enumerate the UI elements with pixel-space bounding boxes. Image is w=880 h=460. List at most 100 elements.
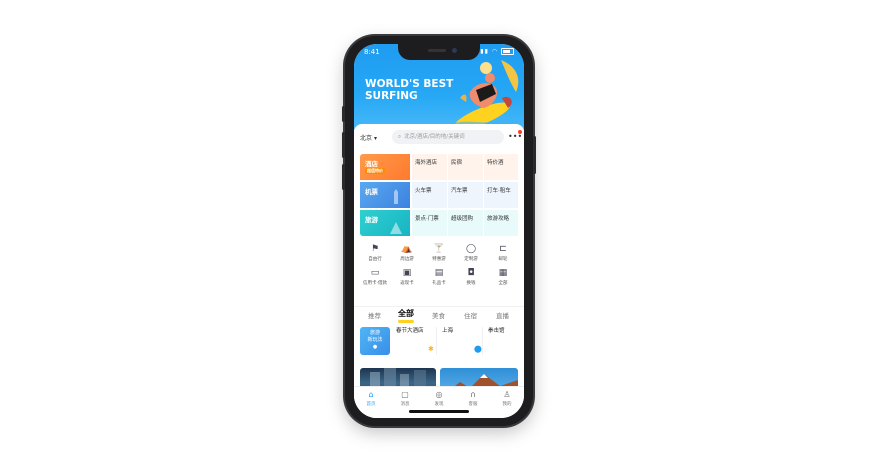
- flag-icon: ⚑: [370, 244, 380, 254]
- overseas-hotel-label: 海外酒店: [415, 160, 438, 166]
- rec-card-boxing[interactable]: 拳击馆: [486, 327, 522, 355]
- quick-label: 礼品卡: [432, 281, 446, 286]
- nav-label: 消息: [400, 402, 410, 407]
- attractions-label: 景点·门票: [415, 216, 439, 222]
- bottom-nav: ⌂ 首页 ▢ 消息 ◎ 发现 ∩ 客服 ♙ 我的: [354, 386, 524, 418]
- quick-label: 换钱: [466, 281, 476, 286]
- wifi-icon: ◠: [491, 48, 499, 55]
- nav-home[interactable]: ⌂ 首页: [356, 390, 386, 407]
- compass-icon: ◎: [435, 390, 443, 399]
- quick-item-all[interactable]: ▦ 全部: [488, 268, 518, 286]
- status-time: 8:41: [364, 48, 380, 56]
- message-icon: ▢: [401, 390, 409, 399]
- quick-label: 定制游: [464, 257, 478, 262]
- nav-service[interactable]: ∩ 客服: [458, 390, 488, 407]
- taxi-rental-label: 打车·租车: [487, 188, 511, 194]
- rec-title: 拳击馆: [488, 328, 505, 334]
- city-selector[interactable]: 北京 ▾: [360, 133, 377, 142]
- card-icon: ▭: [370, 268, 380, 278]
- hot-recommendation-card[interactable]: 旅游 新玩法 ●: [360, 327, 390, 355]
- surfer-illustration: [446, 60, 524, 130]
- tab-all[interactable]: 全部: [398, 308, 414, 319]
- attractions-item[interactable]: 景点·门票: [412, 210, 447, 236]
- quick-label: 周边游: [400, 257, 414, 262]
- quick-item-custom[interactable]: ◯ 定制游: [456, 244, 486, 262]
- grid-icon: ▦: [498, 268, 508, 278]
- quick-item-exchange[interactable]: ◘ 换钱: [456, 268, 486, 286]
- building-icon: [394, 189, 398, 204]
- travel-guide-item[interactable]: 旅游攻略: [484, 210, 518, 236]
- notch: [398, 44, 480, 60]
- homestay-item[interactable]: 民宿: [448, 154, 483, 180]
- home-icon: ⌂: [368, 390, 374, 399]
- rec-card-hotel[interactable]: 春节大酒店 ✱: [394, 327, 437, 355]
- quick-item-credit[interactable]: ▭ 信用卡·借款: [360, 268, 390, 286]
- notification-dot: [518, 130, 522, 134]
- quick-item-gift[interactable]: ▤ 礼品卡: [424, 268, 454, 286]
- flight-label: 机票: [365, 188, 378, 196]
- homestay-label: 民宿: [451, 160, 463, 166]
- travel-tile[interactable]: 旅游: [360, 210, 410, 236]
- quick-label: 全部: [498, 281, 508, 286]
- quick-label: 特惠游: [432, 257, 446, 262]
- quick-label: 信用卡·借款: [363, 281, 387, 286]
- group-buy-item[interactable]: 超级团购: [448, 210, 483, 236]
- dot-icon: ●: [372, 344, 378, 350]
- train-ticket-label: 火车票: [415, 188, 432, 194]
- rec-card-shanghai[interactable]: 上海 ⬤: [440, 327, 483, 355]
- gift-icon: ▤: [434, 268, 444, 278]
- sparkle-icon: ✱: [428, 345, 434, 353]
- nav-label: 客服: [468, 402, 478, 407]
- power-button: [533, 136, 536, 174]
- quick-item-deals[interactable]: 🍸 特惠游: [424, 244, 454, 262]
- nav-label: 首页: [366, 402, 376, 407]
- balloon-icon: ◯: [465, 244, 477, 254]
- nav-message[interactable]: ▢ 消息: [390, 390, 420, 407]
- feed-tabs: 推荐 全部 美食 住宿 直播: [354, 306, 524, 323]
- wallet-icon: ▣: [402, 268, 412, 278]
- train-ticket-item[interactable]: 火车票: [412, 182, 447, 208]
- recommendation-strip: 旅游 新玩法 ● 春节大酒店 ✱ 上海 ⬤ 拳击馆: [360, 327, 524, 357]
- group-buy-label: 超级团购: [451, 216, 474, 222]
- home-indicator[interactable]: [409, 410, 469, 413]
- special-hotel-item[interactable]: 特价酒: [484, 154, 518, 180]
- tab-stay[interactable]: 住宿: [464, 310, 477, 320]
- hotel-label: 酒店: [365, 160, 378, 168]
- hot-line1: 旅游: [369, 330, 380, 336]
- search-placeholder: 北京/酒店/目的地/关键词: [404, 134, 465, 140]
- mute-switch: [342, 106, 345, 122]
- volume-up-button: [342, 132, 345, 158]
- tab-live[interactable]: 直播: [496, 310, 509, 320]
- quick-item-cruise[interactable]: ⊏ 邮轮: [488, 244, 518, 262]
- chevron-down-icon: ▾: [373, 135, 377, 142]
- city-label: 北京: [360, 135, 373, 142]
- quick-label: 邮轮: [498, 257, 508, 262]
- bus-ticket-item[interactable]: 汽车票: [448, 182, 483, 208]
- taxi-rental-item[interactable]: 打车·租车: [484, 182, 518, 208]
- quick-item-cashback[interactable]: ▣ 返现卡: [392, 268, 422, 286]
- cocktail-icon: 🍸: [433, 244, 445, 254]
- services-grid: 酒店 超值特价 海外酒店 民宿 特价酒 机票 火车票 汽车票 打车·租车 旅游: [360, 154, 518, 236]
- nav-label: 发现: [434, 402, 444, 407]
- travel-guide-label: 旅游攻略: [487, 216, 510, 222]
- quick-label: 自由行: [368, 257, 382, 262]
- search-row: 北京 ▾ ⌕ 北京/酒店/目的地/关键词 •••: [354, 130, 524, 146]
- tab-recommend[interactable]: 推荐: [368, 310, 381, 320]
- travel-label: 旅游: [365, 216, 378, 224]
- rec-title: 上海: [442, 328, 454, 334]
- hotel-tile[interactable]: 酒店 超值特价: [360, 154, 410, 180]
- nav-profile[interactable]: ♙ 我的: [492, 390, 522, 407]
- search-input[interactable]: ⌕ 北京/酒店/目的地/关键词: [392, 130, 504, 144]
- quick-item-nearby[interactable]: ⛺ 周边游: [392, 244, 422, 262]
- overseas-hotel-item[interactable]: 海外酒店: [412, 154, 447, 180]
- main-content: 北京 ▾ ⌕ 北京/酒店/目的地/关键词 ••• 酒店 超值特价 海外酒店 民宿 …: [354, 124, 524, 418]
- nav-discover[interactable]: ◎ 发现: [424, 390, 454, 407]
- bus-ticket-label: 汽车票: [451, 188, 468, 194]
- flight-tile[interactable]: 机票: [360, 182, 410, 208]
- hot-line2: 新玩法: [367, 337, 383, 343]
- tab-food[interactable]: 美食: [432, 310, 445, 320]
- landmark-icon: [390, 222, 402, 234]
- quick-item-free-travel[interactable]: ⚑ 自由行: [360, 244, 390, 262]
- location-pin-icon: ⬤: [474, 345, 482, 353]
- hotel-badge: 超值特价: [365, 168, 385, 174]
